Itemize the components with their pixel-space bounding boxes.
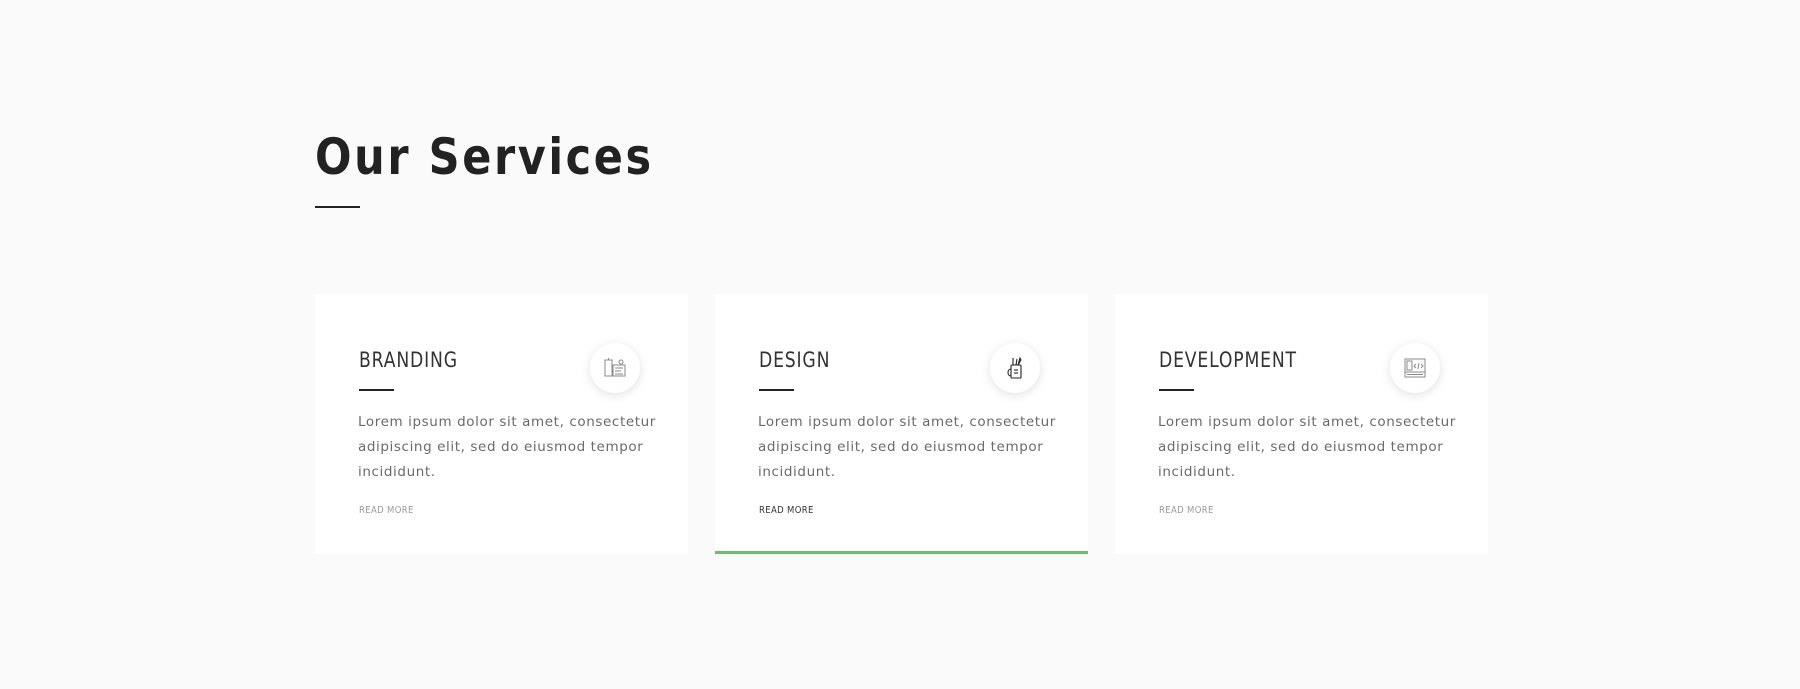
service-description: Lorem ipsum dolor sit amet, consectetur … — [758, 414, 1056, 480]
title-underline — [315, 206, 360, 208]
service-title-underline — [1159, 389, 1194, 391]
service-description: Lorem ipsum dolor sit amet, consectetur … — [358, 414, 656, 480]
design-icon — [990, 343, 1040, 393]
read-more-link[interactable]: READ MORE — [759, 505, 814, 516]
service-title: BRANDING — [359, 348, 458, 372]
development-icon — [1390, 343, 1440, 393]
service-description: Lorem ipsum dolor sit amet, consectetur … — [1158, 414, 1456, 480]
service-title: DESIGN — [759, 348, 831, 372]
read-more-link[interactable]: READ MORE — [359, 505, 414, 516]
services-cards: BRANDING Lorem ipsum dolor sit amet, con… — [315, 294, 1488, 554]
service-title-underline — [359, 389, 394, 391]
branding-icon — [590, 343, 640, 393]
service-card-branding[interactable]: BRANDING Lorem ipsum dolor sit amet, con… — [315, 294, 688, 554]
section-title: Our Services — [315, 128, 654, 186]
service-title: DEVELOPMENT — [1159, 348, 1297, 372]
service-card-design[interactable]: DESIGN Lorem ipsum dolor sit amet, conse… — [715, 294, 1088, 554]
services-section: Our Services BRANDING Lorem ipsum dolor … — [315, 0, 1488, 689]
service-card-development[interactable]: DEVELOPMENT Lorem ipsum dolor sit amet, … — [1115, 294, 1488, 554]
read-more-link[interactable]: READ MORE — [1159, 505, 1214, 516]
service-title-underline — [759, 389, 794, 391]
